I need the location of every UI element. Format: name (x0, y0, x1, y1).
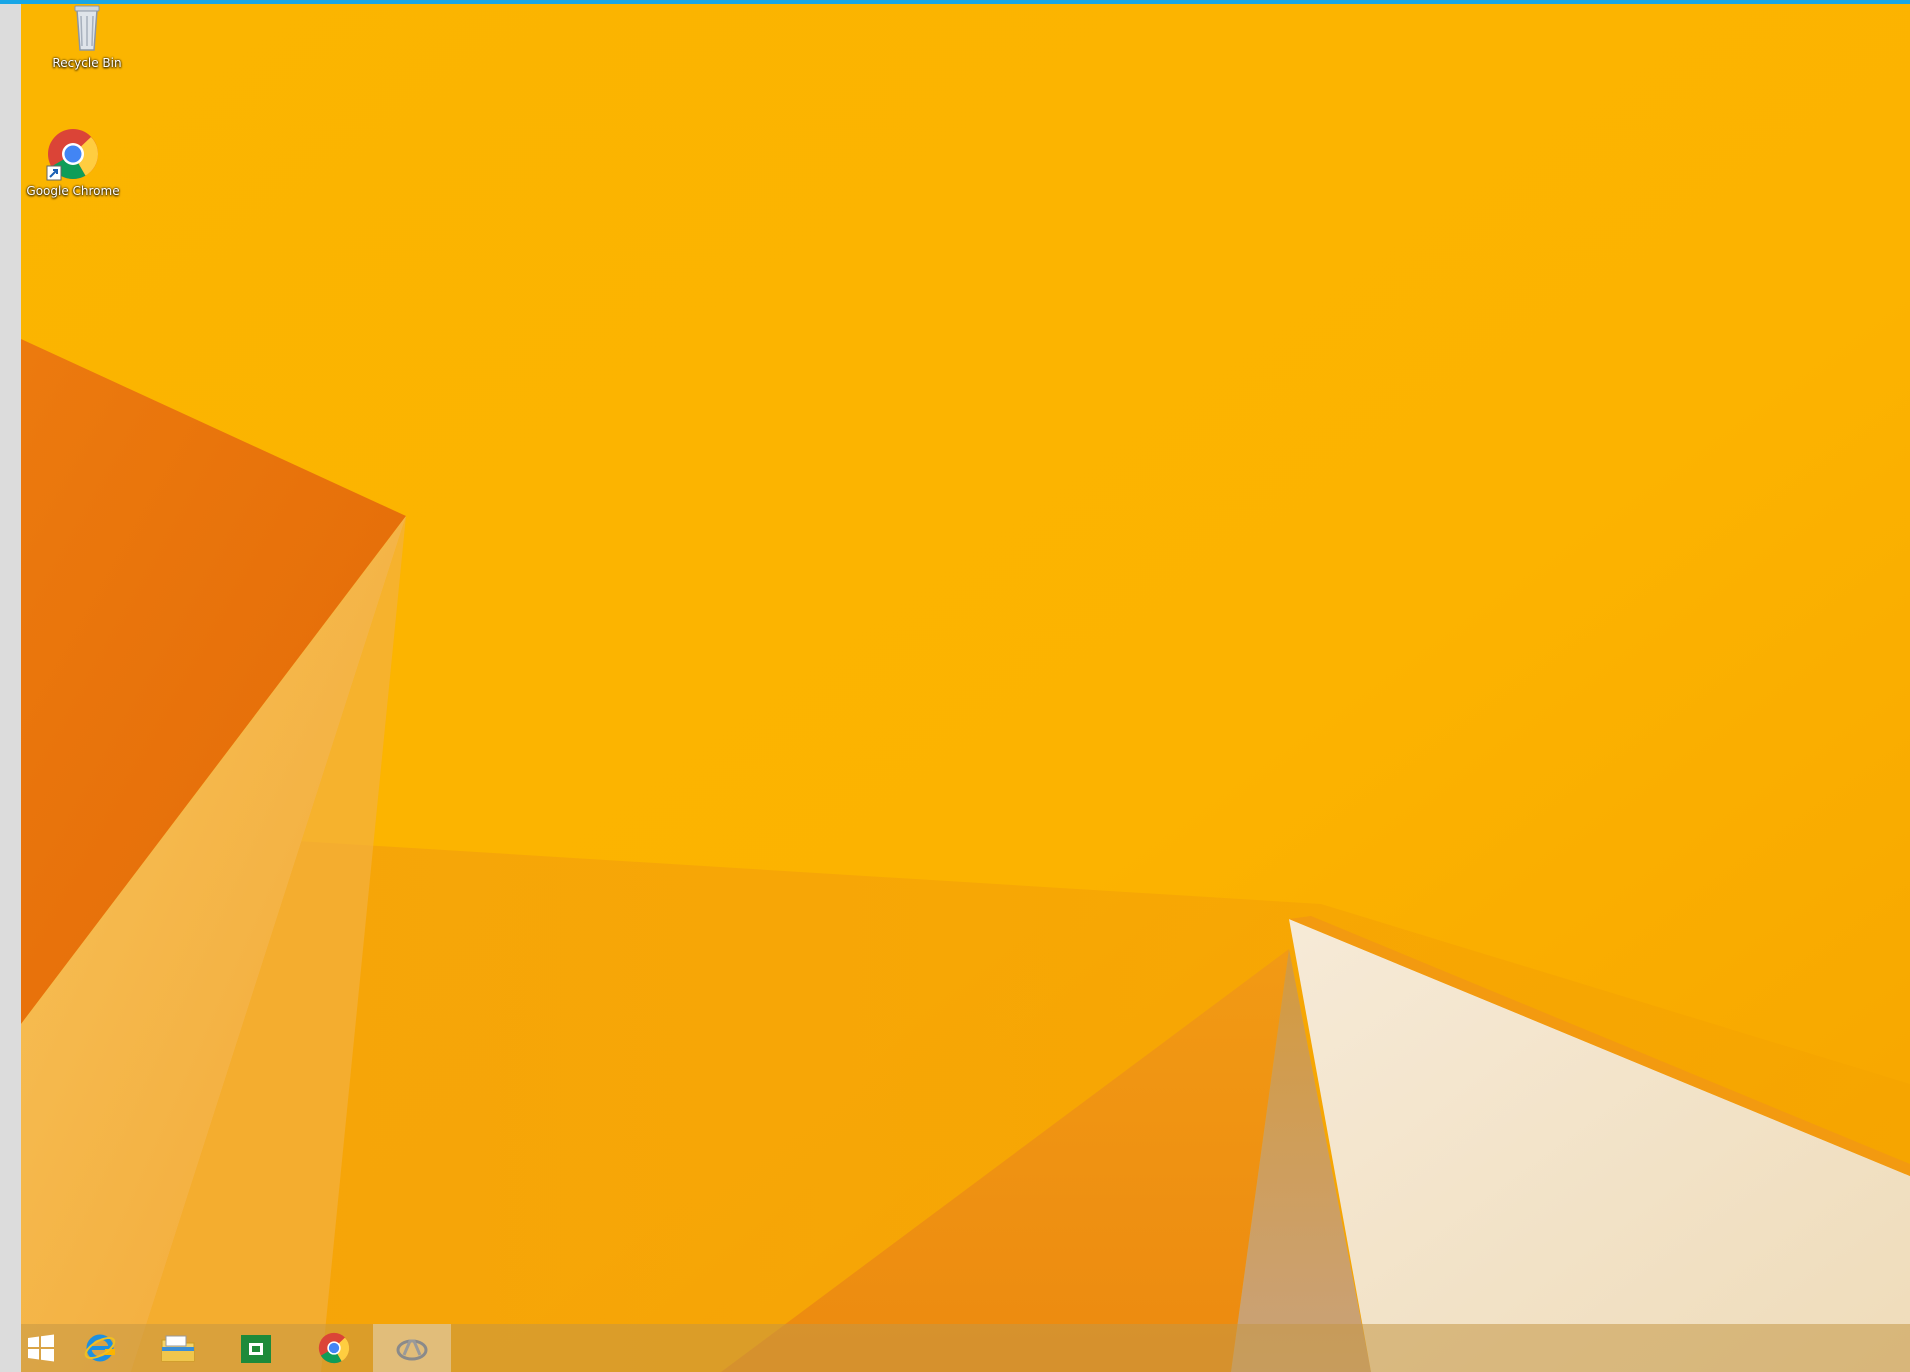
app-icon (396, 1339, 428, 1361)
chrome-taskbar-button[interactable] (295, 1324, 373, 1372)
desktop-icon-google-chrome[interactable]: Google Chrome (21, 126, 125, 198)
window-left-border (0, 4, 21, 1372)
start-button[interactable] (21, 1324, 61, 1372)
file-explorer-icon (161, 1335, 195, 1362)
desktop[interactable]: Recycle Bin Google Chrome (21, 4, 1910, 1372)
active-app-button[interactable] (373, 1324, 451, 1372)
store-icon (241, 1335, 271, 1363)
desktop-icon-recycle-bin[interactable]: Recycle Bin (35, 4, 139, 70)
store-button[interactable] (217, 1324, 295, 1372)
internet-explorer-button[interactable] (61, 1324, 139, 1372)
windows-logo-icon (28, 1334, 54, 1362)
desktop-icon-label: Google Chrome (26, 184, 120, 198)
wallpaper (21, 4, 1910, 1372)
desktop-icon-label: Recycle Bin (52, 56, 122, 70)
file-explorer-button[interactable] (139, 1324, 217, 1372)
chrome-icon (46, 129, 98, 181)
chrome-icon (318, 1332, 350, 1364)
taskbar (21, 1324, 1910, 1372)
internet-explorer-icon (84, 1334, 116, 1362)
recycle-bin-icon (74, 5, 100, 51)
screen: Recycle Bin Google Chrome (0, 0, 1910, 1372)
